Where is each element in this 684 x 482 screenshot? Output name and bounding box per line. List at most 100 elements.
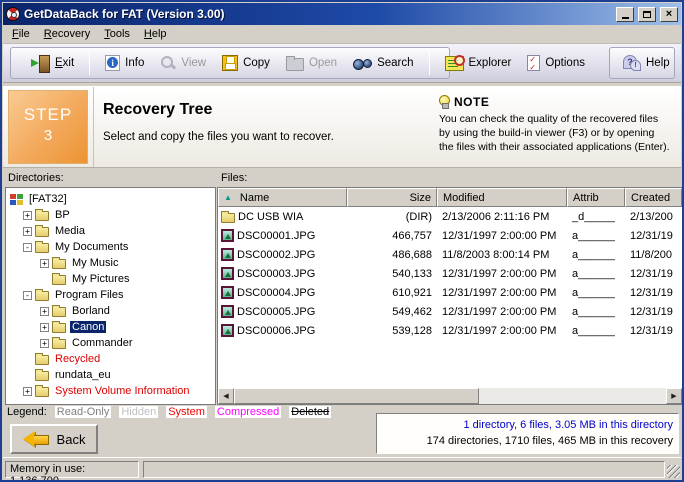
tree-item-my-documents[interactable]: - My Documents [6, 239, 215, 255]
tree-item-borland[interactable]: + Borland [6, 303, 215, 319]
column-header-created[interactable]: Created [625, 188, 682, 207]
step-word: STEP [9, 105, 87, 125]
scroll-right-button[interactable]: ▶ [666, 388, 682, 404]
help-button[interactable]: Help [616, 52, 677, 74]
back-label: Back [57, 432, 86, 447]
file-modified: 12/31/1997 2:00:00 PM [437, 268, 567, 280]
folder-icon [35, 371, 49, 381]
file-created: 12/31/19 [625, 287, 682, 299]
tree-item-rundata-eu[interactable]: rundata_eu [6, 367, 215, 383]
file-created: 2/13/200 [625, 211, 682, 223]
toolbar-separator [429, 51, 430, 75]
file-name: DSC00006.JPG [237, 325, 315, 337]
menu-tools[interactable]: Tools [97, 26, 137, 42]
file-row[interactable]: DSC00006.JPG 539,128 12/31/1997 2:00:00 … [218, 321, 682, 340]
menu-recovery[interactable]: Recovery [37, 26, 97, 42]
folder-icon [35, 227, 49, 237]
tree-item-commander[interactable]: + Commander [6, 335, 215, 351]
scrollbar-thumb[interactable] [234, 388, 479, 404]
options-button[interactable]: Options [520, 52, 592, 74]
column-header-name[interactable]: ▲ Name [218, 188, 347, 207]
legend-system: System [166, 406, 207, 418]
tree-item-program-files[interactable]: - Program Files [6, 287, 215, 303]
column-header-modified[interactable]: Modified [437, 188, 567, 207]
tree-item-media[interactable]: + Media [6, 223, 215, 239]
tree-item-canon[interactable]: + Canon [6, 319, 215, 335]
file-size: 549,462 [347, 306, 437, 318]
minimize-button[interactable] [616, 7, 634, 22]
file-row[interactable]: DSC00004.JPG 610,921 12/31/1997 2:00:00 … [218, 283, 682, 302]
column-header-attrib[interactable]: Attrib [567, 188, 625, 207]
file-attrib: a______ [567, 325, 625, 337]
file-attrib: a______ [567, 230, 625, 242]
legend-label: Legend: [7, 406, 47, 418]
file-row[interactable]: DC USB WIA (DIR) 2/13/2006 2:11:16 PM _d… [218, 207, 682, 226]
minimize-icon [622, 17, 629, 19]
expand-icon[interactable]: + [40, 323, 49, 332]
files-header: ▲ Name Size Modified Attrib Created [218, 188, 682, 207]
expand-icon[interactable]: + [40, 259, 49, 268]
column-header-size[interactable]: Size [347, 188, 437, 207]
image-file-icon [221, 248, 234, 261]
file-row[interactable]: DSC00001.JPG 466,757 12/31/1997 2:00:00 … [218, 226, 682, 245]
explorer-button[interactable]: Explorer [438, 53, 519, 74]
expand-icon[interactable]: + [23, 387, 32, 396]
search-button[interactable]: Search [346, 54, 420, 73]
file-name: DSC00001.JPG [237, 230, 315, 242]
window-title: GetDataBack for FAT (Version 3.00) [24, 7, 612, 21]
folder-icon [35, 291, 49, 301]
tree-item-my-pictures[interactable]: My Pictures [6, 271, 215, 287]
app-icon [6, 7, 20, 21]
step-badge: STEP 3 [8, 90, 88, 164]
maximize-button[interactable] [638, 7, 656, 22]
scroll-left-icon: ◀ [223, 392, 228, 400]
file-modified: 11/8/2003 8:00:14 PM [437, 249, 567, 261]
back-button[interactable]: Back [10, 424, 98, 454]
toolbar-separator [89, 51, 90, 75]
exit-button[interactable]: Exit [24, 52, 81, 74]
maximize-icon [643, 11, 651, 18]
file-modified: 12/31/1997 2:00:00 PM [437, 230, 567, 242]
file-modified: 12/31/1997 2:00:00 PM [437, 325, 567, 337]
info-button[interactable]: Info [98, 52, 151, 74]
folder-icon [35, 355, 49, 365]
file-created: 12/31/19 [625, 306, 682, 318]
legend-hidden: Hidden [119, 406, 158, 418]
tree-item-bp[interactable]: + BP [6, 207, 215, 223]
step-banner: STEP 3 Recovery Tree Select and copy the… [3, 86, 681, 168]
collapse-icon[interactable]: - [23, 243, 32, 252]
drive-icon [10, 194, 23, 205]
status-bar: Memory in use: 1,136,700 [3, 457, 681, 479]
expand-icon[interactable]: + [23, 211, 32, 220]
file-name: DSC00002.JPG [237, 249, 315, 261]
file-created: 12/31/19 [625, 268, 682, 280]
expand-icon[interactable]: + [23, 227, 32, 236]
toolbar-help-band: Help [609, 47, 675, 79]
scroll-left-button[interactable]: ◀ [218, 388, 234, 404]
open-button[interactable]: Open [279, 52, 344, 74]
tree-item-recycled[interactable]: Recycled [6, 351, 215, 367]
collapse-icon[interactable]: - [23, 291, 32, 300]
copy-button[interactable]: Copy [215, 52, 277, 74]
close-button[interactable]: × [660, 7, 678, 22]
search-icon [353, 57, 372, 70]
horizontal-scrollbar[interactable]: ◀ ▶ [218, 388, 682, 404]
menu-help[interactable]: Help [137, 26, 174, 42]
resize-grip[interactable] [667, 465, 680, 478]
tree-item-my-music[interactable]: + My Music [6, 255, 215, 271]
folder-icon [52, 339, 66, 349]
view-button[interactable]: View [153, 52, 213, 74]
menu-file[interactable]: File [5, 26, 37, 42]
tree-item-system-volume-information[interactable]: + System Volume Information [6, 383, 215, 399]
file-row[interactable]: DSC00003.JPG 540,133 12/31/1997 2:00:00 … [218, 264, 682, 283]
file-row[interactable]: DSC00002.JPG 486,688 11/8/2003 8:00:14 P… [218, 245, 682, 264]
file-size: 486,688 [347, 249, 437, 261]
page-subtitle: Select and copy the files you want to re… [103, 131, 334, 143]
file-size: 466,757 [347, 230, 437, 242]
note-line: by using the build-in viewer (F3) or by … [439, 126, 679, 140]
tree-item-fat32[interactable]: [FAT32] [6, 191, 215, 207]
expand-icon[interactable]: + [40, 307, 49, 316]
note-line: You can check the quality of the recover… [439, 112, 679, 126]
expand-icon[interactable]: + [40, 339, 49, 348]
file-row[interactable]: DSC00005.JPG 549,462 12/31/1997 2:00:00 … [218, 302, 682, 321]
